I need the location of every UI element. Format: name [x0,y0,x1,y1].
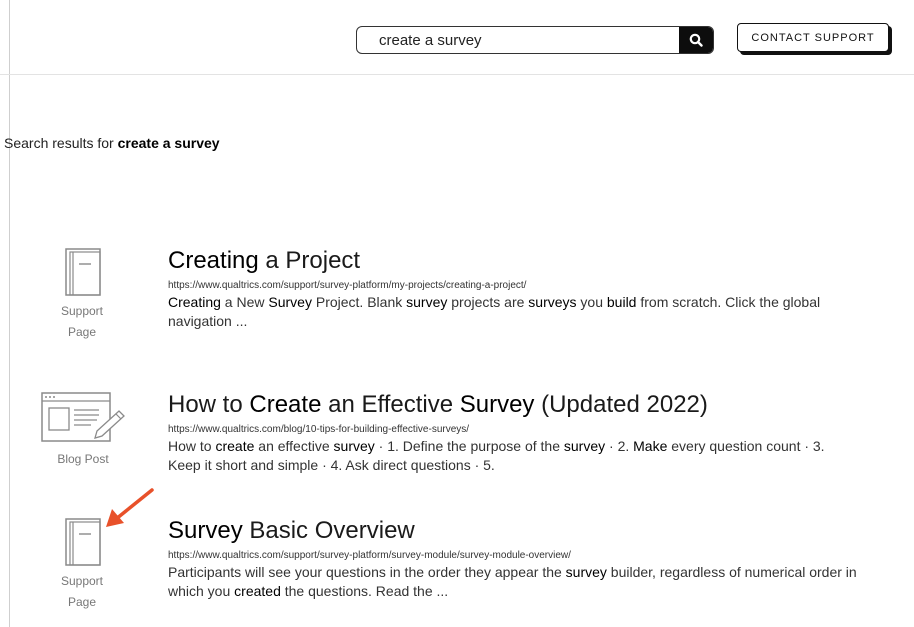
result-url[interactable]: https://www.qualtrics.com/support/survey… [168,549,858,563]
result-title[interactable]: How to Create an Effective Survey (Updat… [168,391,858,419]
search-input[interactable] [357,27,679,53]
result-snippet: Participants will see your questions in … [168,563,858,601]
result-title[interactable]: Survey Basic Overview [168,517,858,545]
highlight-term: surveys [528,294,577,310]
results-heading-prefix: Search results for [4,135,118,151]
title-highlight: Survey [168,517,243,544]
type-label-line2: Page [67,325,97,339]
result-snippet: How to create an effective survey · 1. D… [168,437,858,475]
result-url[interactable]: https://www.qualtrics.com/blog/10-tips-f… [168,423,858,437]
highlight-term: build [606,294,637,310]
result-type-label: Support Page [61,571,103,613]
text-span: the questions. Read the ... [280,583,449,599]
highlight-term: Survey [459,391,535,418]
text-span: · 2. [605,438,634,454]
highlight-term: survey [333,438,375,454]
highlight-term: created [234,583,281,599]
highlight-term: Creating [168,294,221,310]
text-span: projects are [447,294,529,310]
search-icon [689,33,703,47]
left-border [9,0,10,627]
result-url[interactable]: https://www.qualtrics.com/support/survey… [168,279,858,293]
type-label-line1: Support [60,574,104,588]
result-type-label: Blog Post [57,449,108,470]
result-body: Creating a Project https://www.qualtrics… [168,247,858,331]
header: CONTACT SUPPORT [0,0,914,75]
page: CONTACT SUPPORT Search results for creat… [0,0,914,627]
result-type-label: Support Page [61,301,103,343]
result-snippet: Creating a New Survey Project. Blank sur… [168,293,858,331]
highlight-term: survey [406,294,448,310]
result-title[interactable]: Creating a Project [168,247,858,275]
support-page-icon [65,518,101,566]
highlight-term: Make [633,438,668,454]
result-type-icon: Support Page [52,247,112,343]
text-span: Participants will see your questions in … [168,564,566,580]
text-span: (Updated 2022) [534,391,708,418]
blog-post-icon [41,392,125,442]
title-highlight: Creating [168,247,259,274]
title-rest: Basic Overview [242,517,415,544]
search-box [356,26,714,54]
support-page-icon [65,248,101,296]
results-heading: Search results for create a survey [4,135,220,151]
highlight-term: Survey [268,294,312,310]
result-body: Survey Basic Overview https://www.qualtr… [168,517,858,601]
type-label-line2: Page [67,595,97,609]
text-span: a New [220,294,269,310]
text-span: Project. Blank [311,294,407,310]
highlight-term: survey [565,564,607,580]
search-button[interactable] [679,27,713,53]
text-span: · 1. Define the purpose of the [374,438,564,454]
result-type-icon: Support Page [52,517,112,613]
contact-support-button[interactable]: CONTACT SUPPORT [737,23,889,52]
highlight-term: Create [249,391,322,418]
text-span: an Effective [321,391,460,418]
highlight-term: survey [563,438,606,454]
result-body: How to Create an Effective Survey (Updat… [168,391,858,475]
title-rest: a Project [258,247,361,274]
text-span: an effective [254,438,334,454]
highlight-term: create [215,438,255,454]
type-label-line1: Blog Post [57,452,109,466]
result-type-icon: Blog Post [38,391,128,470]
text-span: How to [168,438,216,454]
results-heading-query: create a survey [117,135,220,151]
text-span: How to [168,391,250,418]
annotation-arrow-icon [106,488,154,527]
type-label-line1: Support [60,304,104,318]
text-span: you [576,294,607,310]
